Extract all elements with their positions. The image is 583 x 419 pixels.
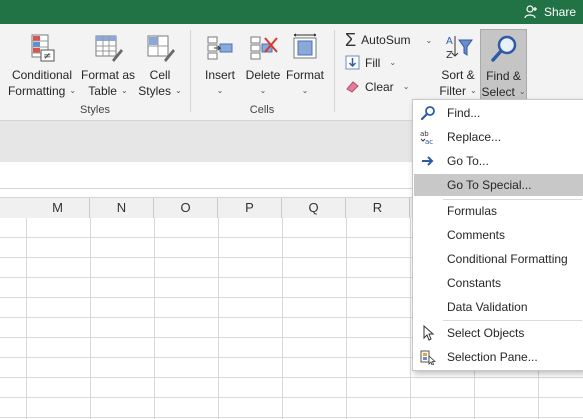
group-separator	[190, 30, 191, 112]
menu-item-comments[interactable]: Comments	[414, 224, 583, 246]
conditional-formatting-label-1: Conditional	[11, 68, 73, 82]
menu-item-select-objects[interactable]: Select Objects	[414, 322, 583, 344]
insert-cells-icon	[207, 36, 233, 60]
chevron-down-icon: ⌄	[259, 86, 267, 95]
menu-item-label: Formulas	[447, 204, 498, 218]
chevron-down-icon: ⌄	[69, 86, 77, 95]
title-bar: Share	[0, 0, 583, 24]
magnifier-icon	[490, 35, 516, 62]
format-as-table-label-2: Table	[88, 84, 117, 98]
menu-item-selection-pane[interactable]: Selection Pane...	[414, 346, 583, 368]
cell-styles-label-1: Cell	[149, 68, 171, 82]
format-as-table-button[interactable]: Format as Table ⌄	[80, 32, 136, 99]
menu-item-label: Replace...	[447, 130, 502, 144]
insert-button[interactable]: Insert ⌄	[200, 32, 240, 99]
chevron-down-icon: ⌄	[389, 58, 397, 67]
format-label: Format	[285, 68, 324, 82]
chevron-down-icon: ⌄	[174, 86, 182, 95]
conditional-formatting-button[interactable]: ≠ Conditional Formatting ⌄	[6, 32, 78, 99]
column-header-o[interactable]: O	[154, 198, 218, 218]
sort-filter-button[interactable]: A Z Sort & Filter ⌄	[438, 32, 478, 99]
menu-item-label: Comments	[447, 228, 506, 242]
svg-text:ac: ac	[425, 138, 433, 145]
menu-item-formulas[interactable]: Formulas	[414, 200, 583, 222]
chevron-down-icon: ⌄	[216, 86, 224, 95]
menu-item-label: Constants	[447, 276, 502, 290]
menu-item-conditional-formatting[interactable]: Conditional Formatting	[414, 248, 583, 270]
cell-styles-icon	[147, 35, 175, 62]
menu-item-replace[interactable]: ab ac Replace...	[414, 126, 583, 148]
chevron-down-icon: ⌄	[120, 86, 128, 95]
fill-button[interactable]: Fill ⌄	[345, 55, 396, 70]
sort-filter-label-2: Filter	[439, 84, 466, 98]
menu-item-label: Data Validation	[447, 300, 528, 314]
autosum-label: AutoSum	[361, 33, 411, 47]
arrow-right-icon	[422, 156, 434, 166]
insert-label: Insert	[204, 68, 235, 82]
search-icon	[420, 106, 435, 121]
format-as-table-icon	[95, 35, 123, 62]
menu-item-label: Go To Special...	[447, 178, 532, 192]
share-button[interactable]: Share	[523, 3, 576, 21]
share-label: Share	[543, 5, 576, 19]
chevron-down-icon: ⌄	[469, 86, 477, 95]
find-select-menu: Find... ab ac Replace... Go To... Go To …	[412, 99, 583, 371]
menu-item-label: Go To...	[447, 154, 489, 168]
group-separator	[334, 30, 335, 112]
conditional-formatting-icon: ≠	[31, 34, 55, 62]
styles-group-label: Styles	[80, 104, 110, 116]
format-cells-icon	[293, 33, 317, 59]
svg-text:≠: ≠	[43, 51, 51, 62]
delete-cells-icon	[250, 36, 278, 60]
autosum-button[interactable]: Σ AutoSum ⌄	[345, 31, 432, 49]
find-select-label-2: Select	[481, 85, 515, 99]
find-select-button[interactable]: Find & Select ⌄	[480, 29, 527, 101]
menu-item-find[interactable]: Find...	[414, 102, 583, 124]
column-header-r[interactable]: R	[346, 198, 410, 218]
chevron-down-icon: ⌄	[518, 87, 526, 96]
menu-item-go-to-special[interactable]: Go To Special...	[414, 174, 583, 196]
cells-group-label: Cells	[249, 104, 275, 116]
delete-button[interactable]: Delete ⌄	[243, 32, 283, 99]
pointer-icon	[423, 325, 435, 341]
format-button[interactable]: Format ⌄	[284, 32, 326, 99]
menu-item-label: Selection Pane...	[447, 350, 538, 364]
column-header-p[interactable]: P	[218, 198, 282, 218]
clear-label: Clear	[365, 79, 394, 94]
clear-button[interactable]: Clear ⌄	[345, 79, 409, 94]
eraser-icon	[346, 81, 359, 93]
menu-item-label: Conditional Formatting	[447, 252, 568, 266]
column-header-m[interactable]: M	[26, 198, 90, 218]
column-header-q[interactable]: Q	[282, 198, 346, 218]
find-select-label-1: Find &	[486, 69, 521, 83]
format-as-table-label-1: Format as	[80, 68, 135, 82]
cell-styles-label-2: Styles	[138, 84, 171, 98]
delete-label: Delete	[245, 68, 281, 82]
menu-item-label: Select Objects	[447, 326, 525, 340]
menu-item-label: Find...	[447, 106, 481, 120]
sort-filter-label-1: Sort &	[441, 68, 475, 82]
chevron-down-icon: ⌄	[301, 86, 309, 95]
menu-item-go-to[interactable]: Go To...	[414, 150, 583, 172]
fill-down-icon	[345, 55, 360, 70]
cell-styles-button[interactable]: Cell Styles ⌄	[138, 32, 182, 99]
chevron-down-icon: ⌄	[402, 82, 410, 91]
menu-item-data-validation[interactable]: Data Validation	[414, 296, 583, 318]
conditional-formatting-label-2: Formatting	[7, 84, 66, 98]
svg-text:Z: Z	[446, 50, 453, 61]
svg-text:A: A	[446, 36, 453, 47]
svg-text:ab: ab	[420, 130, 429, 138]
fill-label: Fill	[365, 55, 381, 70]
selection-pane-icon	[420, 350, 436, 365]
menu-separator	[443, 320, 582, 321]
column-header-n[interactable]: N	[90, 198, 154, 218]
sort-filter-icon: A Z	[446, 36, 473, 61]
chevron-down-icon: ⌄	[425, 35, 433, 45]
menu-item-constants[interactable]: Constants	[414, 272, 583, 294]
replace-icon: ab ac	[420, 130, 433, 145]
person-icon	[524, 5, 537, 19]
sigma-icon: Σ	[345, 30, 357, 50]
